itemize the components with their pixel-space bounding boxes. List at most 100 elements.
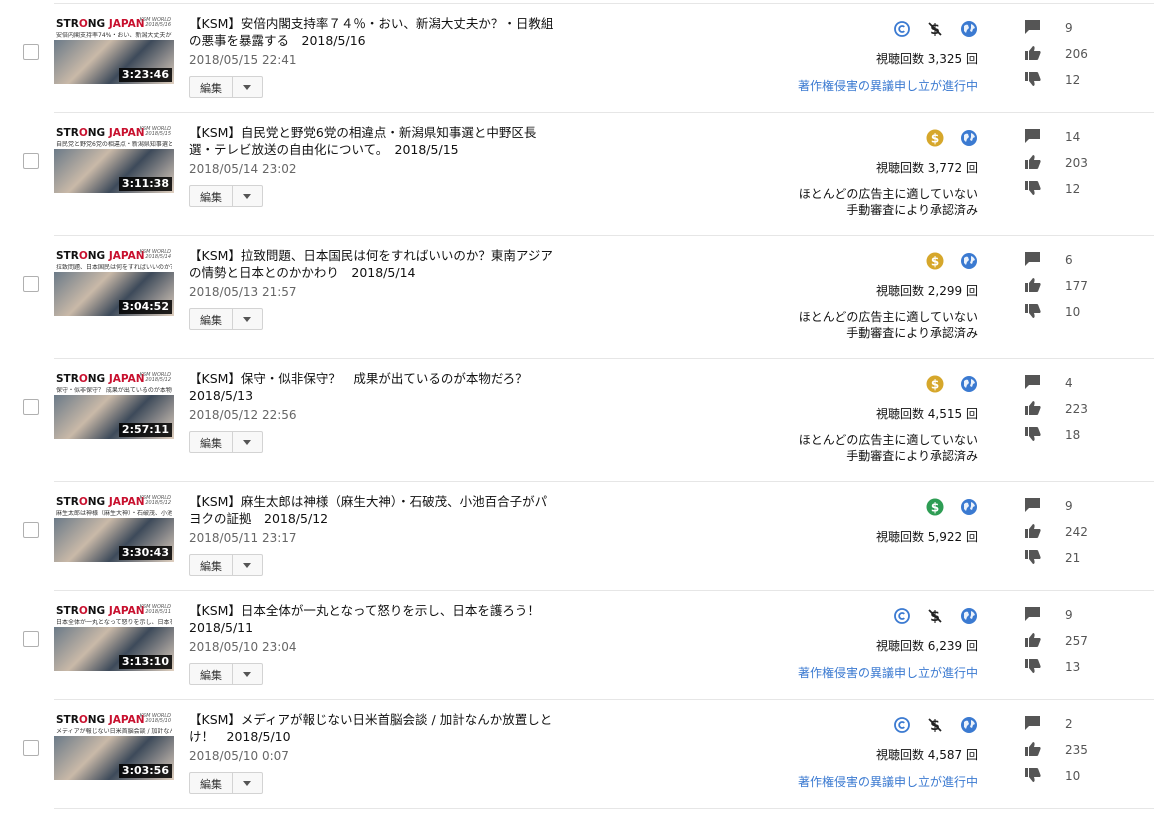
comment-count: 9 <box>1065 21 1073 35</box>
edit-divider <box>232 664 233 684</box>
thumbnail-tag: KSM WORLD 2018/5/10 <box>139 713 171 724</box>
row-checkbox[interactable] <box>23 44 39 60</box>
dislike-count: 18 <box>1065 428 1081 442</box>
video-thumbnail[interactable]: STRONG JAPAN KSM WORLD 2018/5/15 自民党と野党6党の相… <box>54 125 174 193</box>
video-title[interactable]: 【KSM】拉致問題、日本国民は何をすればいいのか？東南アジアの情勢と日本とのかか… <box>189 247 559 281</box>
row-checkbox[interactable] <box>23 399 39 415</box>
view-count: 視聴回数 3,325 回 <box>875 52 978 66</box>
like-icon <box>1024 400 1042 416</box>
edit-button-label: 編集 <box>200 437 222 450</box>
monetization-dollar-icon[interactable]: $ <box>926 129 944 147</box>
demonetized-icon[interactable]: $ <box>926 20 944 38</box>
video-title[interactable]: 【KSM】麻生太郎は神様（麻生大神）・石破茂、小池百合子がパヨクの証拠 2018… <box>189 493 559 527</box>
video-title[interactable]: 【KSM】保守・似非保守？ 成果が出ているのが本物だろ？ 2018/5/13 <box>189 370 559 404</box>
publish-date: 2018/05/15 22:41 <box>189 53 297 67</box>
row-checkbox[interactable] <box>23 631 39 647</box>
thumbnail-caption: 保守・似非保守？ 成果が出ているのが本物だろ？ <box>56 387 172 394</box>
comment-icon <box>1024 251 1042 267</box>
dislike-count: 10 <box>1065 305 1081 319</box>
globe-icon[interactable] <box>960 252 978 270</box>
row-divider <box>54 590 1154 591</box>
chevron-down-icon[interactable] <box>243 781 251 786</box>
publish-date: 2018/05/10 0:07 <box>189 749 289 763</box>
monetization-dollar-icon[interactable]: $ <box>926 498 944 516</box>
edit-dropdown[interactable]: 編集 <box>189 554 263 576</box>
demonetized-icon[interactable]: $ <box>926 607 944 625</box>
ad-suitability-status[interactable]: ほとんどの広告主に適していない 手動審査により承認済み <box>799 432 978 464</box>
video-title[interactable]: 【KSM】自民党と野党6党の相違点・新潟県知事選と中野区長選・テレビ放送の自由化… <box>189 124 559 158</box>
globe-icon[interactable] <box>960 498 978 516</box>
ad-suitability-line1: ほとんどの広告主に適していない <box>798 187 978 201</box>
monetization-dollar-icon[interactable]: $ <box>926 375 944 393</box>
thumbnail-brand: STRONG JAPAN <box>56 373 145 385</box>
edit-divider <box>232 432 233 452</box>
edit-dropdown[interactable]: 編集 <box>189 185 263 207</box>
video-thumbnail[interactable]: STRONG JAPAN KSM WORLD 2018/5/11 日本全体が一丸となっ… <box>54 603 174 671</box>
monetization-dollar-icon[interactable]: $ <box>926 252 944 270</box>
copyright-icon[interactable] <box>893 716 911 734</box>
row-divider <box>54 699 1154 700</box>
thumbnail-caption: 日本全体が一丸となって怒りを示し、日本を護ろう！ <box>56 619 172 626</box>
like-count: 235 <box>1065 743 1088 757</box>
edit-dropdown[interactable]: 編集 <box>189 308 263 330</box>
edit-divider <box>232 309 233 329</box>
thumbnail-tag: KSM WORLD 2018/5/12 <box>139 495 171 506</box>
chevron-down-icon[interactable] <box>243 563 251 568</box>
edit-button-label: 編集 <box>200 669 222 682</box>
like-count: 206 <box>1065 47 1088 61</box>
copyright-claim-link[interactable]: 著作権侵害の異議申し立が進行中 <box>798 773 978 790</box>
globe-icon[interactable] <box>960 375 978 393</box>
video-duration: 3:23:46 <box>118 68 172 82</box>
comment-icon <box>1024 128 1042 144</box>
globe-icon[interactable] <box>960 716 978 734</box>
svg-text:$: $ <box>931 255 939 269</box>
edit-dropdown[interactable]: 編集 <box>189 76 263 98</box>
demonetized-icon[interactable]: $ <box>926 716 944 734</box>
video-title[interactable]: 【KSM】安倍内閣支持率７４％・おい、新潟大丈夫か？・日教組の悪事を暴露する 2… <box>189 15 559 49</box>
thumbnail-brand: STRONG JAPAN <box>56 18 145 30</box>
copyright-claim-link[interactable]: 著作権侵害の異議申し立が進行中 <box>798 77 978 94</box>
dislike-count: 12 <box>1065 73 1081 87</box>
row-checkbox[interactable] <box>23 740 39 756</box>
edit-button-label: 編集 <box>200 191 222 204</box>
copyright-icon[interactable] <box>893 607 911 625</box>
dislike-icon <box>1024 180 1042 196</box>
edit-button-label: 編集 <box>200 82 222 95</box>
video-thumbnail[interactable]: STRONG JAPAN KSM WORLD 2018/5/16 安倍内閣支持率74%… <box>54 16 174 84</box>
row-checkbox[interactable] <box>23 153 39 169</box>
globe-icon[interactable] <box>960 607 978 625</box>
chevron-down-icon[interactable] <box>243 194 251 199</box>
edit-dropdown[interactable]: 編集 <box>189 431 263 453</box>
chevron-down-icon[interactable] <box>243 85 251 90</box>
video-thumbnail[interactable]: STRONG JAPAN KSM WORLD 2018/5/10 メディアが報じない日… <box>54 712 174 780</box>
chevron-down-icon[interactable] <box>243 317 251 322</box>
comment-icon <box>1024 606 1042 622</box>
video-thumbnail[interactable]: STRONG JAPAN KSM WORLD 2018/5/12 麻生太郎は神様（麻生… <box>54 494 174 562</box>
globe-icon[interactable] <box>960 20 978 38</box>
svg-text:$: $ <box>931 132 939 146</box>
thumbnail-tag: KSM WORLD 2018/5/11 <box>139 604 171 615</box>
dislike-icon <box>1024 658 1042 674</box>
video-title[interactable]: 【KSM】日本全体が一丸となって怒りを示し、日本を護ろう！ 2018/5/11 <box>189 602 559 636</box>
edit-dropdown[interactable]: 編集 <box>189 663 263 685</box>
ad-suitability-status[interactable]: ほとんどの広告主に適していない 手動審査により承認済み <box>799 309 978 341</box>
comment-count: 4 <box>1065 376 1073 390</box>
thumbnail-caption: 麻生太郎は神様（麻生大神）・石破茂、小池百合子 <box>56 510 172 517</box>
edit-dropdown[interactable]: 編集 <box>189 772 263 794</box>
video-title[interactable]: 【KSM】メディアが報じない日米首脳会談 / 加計なんか放置しとけ！ 2018/… <box>189 711 559 745</box>
chevron-down-icon[interactable] <box>243 440 251 445</box>
globe-icon[interactable] <box>960 129 978 147</box>
thumbnail-brand: STRONG JAPAN <box>56 250 145 262</box>
video-duration: 3:30:43 <box>118 546 172 560</box>
video-duration: 3:03:56 <box>118 764 172 778</box>
copyright-claim-link[interactable]: 著作権侵害の異議申し立が進行中 <box>798 664 978 681</box>
copyright-icon[interactable] <box>893 20 911 38</box>
row-checkbox[interactable] <box>23 276 39 292</box>
chevron-down-icon[interactable] <box>243 672 251 677</box>
thumbnail-brand: STRONG JAPAN <box>56 496 145 508</box>
video-thumbnail[interactable]: STRONG JAPAN KSM WORLD 2018/5/14 拉致問題、日本国民は… <box>54 248 174 316</box>
video-thumbnail[interactable]: STRONG JAPAN KSM WORLD 2018/5/12 保守・似非保守？ 成… <box>54 371 174 439</box>
row-checkbox[interactable] <box>23 522 39 538</box>
ad-suitability-status[interactable]: ほとんどの広告主に適していない 手動審査により承認済み <box>799 186 978 218</box>
thumbnail-caption: 安倍内閣支持率74%・おい、新潟大丈夫か？ <box>56 32 172 39</box>
